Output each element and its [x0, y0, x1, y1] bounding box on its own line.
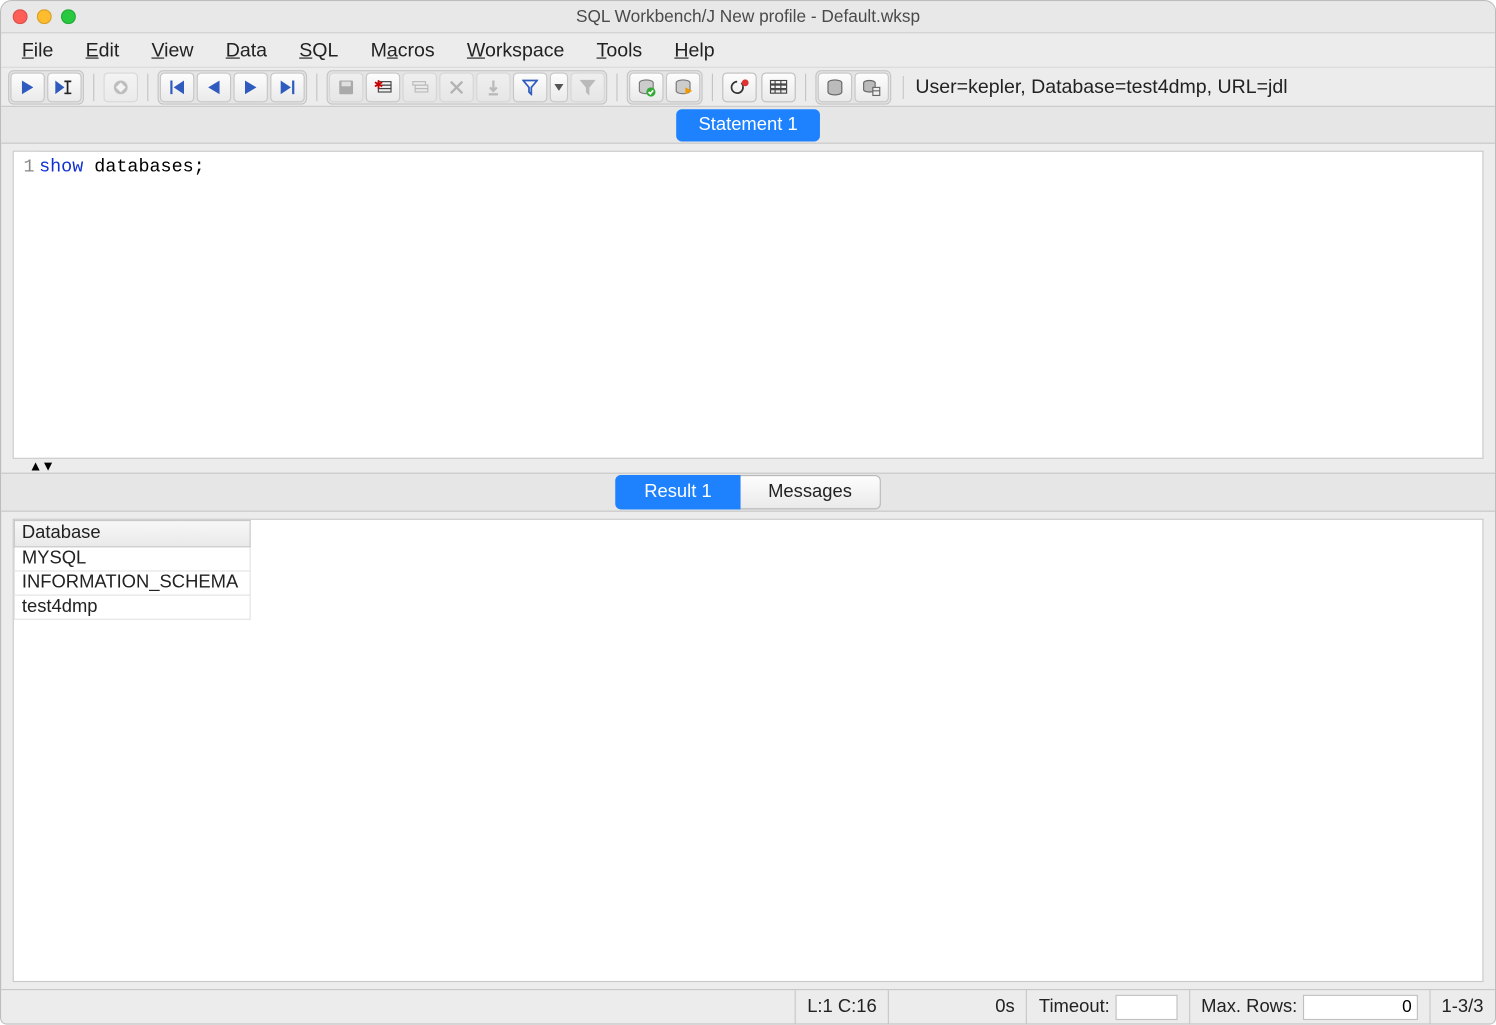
toolbar-separator	[316, 73, 317, 101]
minimize-window-button[interactable]	[37, 9, 52, 24]
last-button[interactable]	[270, 72, 305, 102]
table-row[interactable]: INFORMATION_SCHEMA	[14, 571, 250, 595]
toolbar-separator	[805, 73, 806, 101]
toolbar-separator	[93, 73, 94, 101]
traffic-lights	[13, 9, 76, 24]
execute-button[interactable]	[10, 72, 45, 102]
toolbar-separator	[616, 73, 617, 101]
result-table[interactable]: Database MYSQL INFORMATION_SCHEMA test4d…	[14, 520, 251, 620]
splitter-handle[interactable]: ▲▼	[1, 459, 1495, 473]
commit-button[interactable]	[476, 72, 511, 102]
titlebar: SQL Workbench/J New profile - Default.wk…	[1, 1, 1495, 33]
toolbar-separator	[712, 73, 713, 101]
prev-button[interactable]	[197, 72, 232, 102]
menu-tools[interactable]: Tools	[597, 39, 643, 62]
append-results-toggle[interactable]	[761, 72, 796, 102]
row-count: 1-3/3	[1429, 990, 1495, 1023]
table-row[interactable]: MYSQL	[14, 547, 250, 571]
editor-gutter: 1	[14, 152, 37, 458]
next-button[interactable]	[233, 72, 267, 102]
tab-result[interactable]: Result 1	[615, 475, 740, 510]
app-window: SQL Workbench/J New profile - Default.wk…	[0, 0, 1496, 1025]
window-title: SQL Workbench/J New profile - Default.wk…	[13, 7, 1484, 27]
save-button[interactable]	[329, 72, 364, 102]
menu-sql[interactable]: SQL	[299, 39, 338, 62]
clear-filter-button[interactable]	[570, 72, 605, 102]
statement-tabbar: Statement 1	[1, 107, 1495, 144]
exec-time: 0s	[888, 990, 1026, 1023]
stop-button[interactable]	[104, 72, 139, 102]
connection-info: User=kepler, Database=test4dmp, URL=jdl	[903, 75, 1488, 98]
timeout-input[interactable]	[1115, 994, 1177, 1019]
filter-button[interactable]	[513, 72, 548, 102]
maxrows-cell: Max. Rows:	[1189, 990, 1429, 1023]
result-tabbar: Result 1 Messages	[1, 473, 1495, 512]
menu-help[interactable]: Help	[674, 39, 714, 62]
delete-row-button[interactable]	[439, 72, 474, 102]
tab-messages[interactable]: Messages	[740, 475, 880, 510]
svg-text:✱: ✱	[374, 79, 384, 91]
result-panel: Database MYSQL INFORMATION_SCHEMA test4d…	[13, 519, 1484, 982]
menu-data[interactable]: Data	[226, 39, 267, 62]
toolbar: ✱ User=kepler, Database=test4dmp, URL=jd…	[1, 68, 1495, 107]
column-header[interactable]: Database	[14, 520, 250, 546]
editor-code[interactable]: show databases;	[37, 152, 212, 458]
sql-editor[interactable]: 1 show databases;	[13, 151, 1484, 459]
timeout-cell: Timeout:	[1026, 990, 1188, 1023]
menu-edit[interactable]: Edit	[86, 39, 120, 62]
filter-dropdown-button[interactable]	[550, 72, 568, 102]
toolbar-separator	[147, 73, 148, 101]
insert-row-button[interactable]: ✱	[366, 72, 401, 102]
execute-cursor-button[interactable]	[47, 72, 82, 102]
statusbar: L:1 C:16 0s Timeout: Max. Rows: 1-3/3	[1, 989, 1495, 1024]
timeout-label: Timeout:	[1039, 996, 1110, 1017]
db-rollback-button[interactable]	[666, 72, 701, 102]
db-commit-button[interactable]	[629, 72, 664, 102]
copy-row-button[interactable]	[403, 72, 438, 102]
first-button[interactable]	[160, 72, 195, 102]
maxrows-label: Max. Rows:	[1201, 996, 1297, 1017]
autocommit-toggle[interactable]	[722, 72, 757, 102]
db-tree-button[interactable]	[854, 72, 888, 102]
cursor-position: L:1 C:16	[795, 990, 889, 1023]
statement-tab[interactable]: Statement 1	[677, 109, 820, 141]
db-explorer-button[interactable]	[818, 72, 853, 102]
menu-macros[interactable]: Macros	[371, 39, 435, 62]
menu-file[interactable]: File	[22, 39, 54, 62]
menu-view[interactable]: View	[151, 39, 193, 62]
menubar: File Edit View Data SQL Macros Workspace…	[1, 33, 1495, 68]
table-row[interactable]: test4dmp	[14, 595, 250, 619]
maximize-window-button[interactable]	[61, 9, 76, 24]
menu-workspace[interactable]: Workspace	[467, 39, 564, 62]
maxrows-input[interactable]	[1302, 994, 1417, 1019]
close-window-button[interactable]	[13, 9, 28, 24]
